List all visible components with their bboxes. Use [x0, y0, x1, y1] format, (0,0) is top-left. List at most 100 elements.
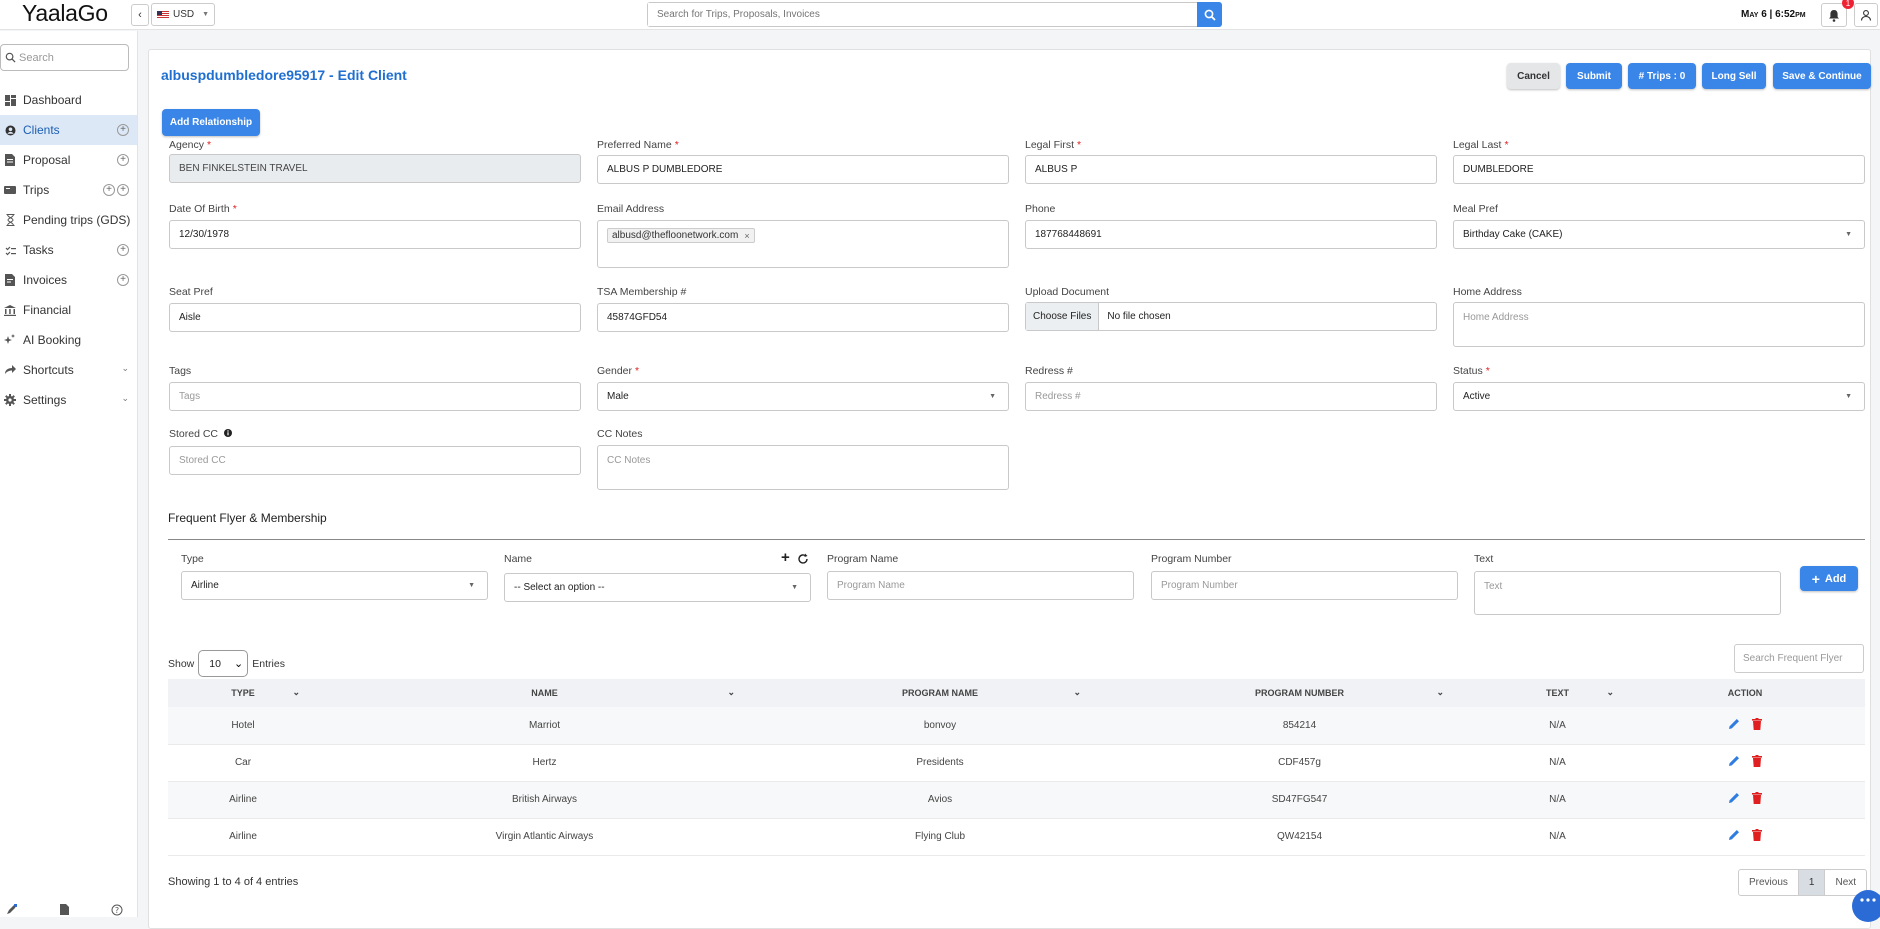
sidebar-item-ai-booking[interactable]: AI Booking — [0, 325, 137, 355]
col-type[interactable]: Type ⌄ — [168, 679, 318, 707]
upload-document-field[interactable]: Choose Files No file chosen — [1025, 302, 1437, 331]
cc-notes-field[interactable]: CC Notes — [597, 445, 1009, 490]
col-name[interactable]: Name ⌄ — [318, 679, 771, 707]
chevron-down-icon: ⌄ — [121, 363, 129, 373]
chat-button[interactable] — [1852, 890, 1880, 922]
cell-text: N/A — [1490, 818, 1625, 856]
tsa-field[interactable]: 45874GFD54 — [597, 303, 1009, 332]
sidebar-item-label: Shortcuts — [23, 363, 74, 377]
seat-pref-field[interactable]: Aisle — [169, 303, 581, 332]
sort-icon[interactable]: ⌄ — [1606, 687, 1614, 698]
tags-field[interactable]: Tags — [169, 382, 581, 411]
sidebar-item-proposal[interactable]: Proposal + — [0, 145, 137, 175]
sidebar-item-label: Pending trips (GDS) — [23, 213, 131, 227]
redress-field[interactable]: Redress # — [1025, 382, 1437, 411]
app-logo[interactable]: YaalaGo — [22, 0, 108, 27]
sidebar-item-settings[interactable]: Settings ⌄ — [0, 385, 137, 415]
home-address-field[interactable]: Home Address — [1453, 302, 1865, 347]
us-flag-icon — [157, 10, 169, 19]
ai-icon — [4, 334, 16, 346]
trips-count-button[interactable]: # Trips : 0 — [1628, 63, 1696, 89]
edit-icon[interactable] — [1728, 829, 1740, 841]
sidebar-item-dashboard[interactable]: Dashboard — [0, 85, 137, 115]
add-proposal-icon[interactable]: + — [117, 154, 129, 166]
pagination-previous[interactable]: Previous — [1739, 870, 1798, 895]
col-program-number[interactable]: Program Number ⌄ — [1109, 679, 1490, 707]
legal-first-field[interactable]: ALBUS P — [1025, 155, 1437, 184]
entries-select[interactable]: 10 ⌄ — [198, 650, 249, 677]
sort-icon[interactable]: ⌄ — [727, 687, 735, 698]
col-program-name[interactable]: Program Name ⌄ — [771, 679, 1109, 707]
legal-last-field[interactable]: DUMBLEDORE — [1453, 155, 1865, 184]
sort-icon[interactable]: ⌄ — [1436, 687, 1444, 698]
long-sell-button[interactable]: Long Sell — [1702, 63, 1766, 89]
gender-label-text: Gender — [597, 365, 633, 377]
add-trip-alt-icon[interactable]: + — [117, 184, 129, 196]
document-icon[interactable] — [60, 904, 69, 918]
cancel-button[interactable]: Cancel — [1507, 63, 1560, 89]
add-invoice-icon[interactable]: + — [117, 274, 129, 286]
sidebar-collapse-button[interactable]: ‹ — [131, 4, 149, 26]
currency-select[interactable]: USD ▼ — [151, 3, 215, 26]
sidebar-item-financial[interactable]: Financial — [0, 295, 137, 325]
sidebar-item-clients[interactable]: Clients + — [0, 115, 137, 145]
stored-cc-field[interactable]: Stored CC — [169, 446, 581, 475]
plus-icon[interactable]: + — [781, 550, 790, 565]
sidebar-search-input[interactable]: Search — [0, 44, 129, 71]
ff-name-select[interactable]: -- Select an option -- ▼ — [504, 573, 811, 602]
add-trip-icon[interactable]: + — [103, 184, 115, 196]
dob-field[interactable]: 12/30/1978 — [169, 220, 581, 249]
phone-field[interactable]: 187768448691 — [1025, 220, 1437, 249]
add-relationship-button[interactable]: Add Relationship — [162, 109, 260, 136]
delete-icon[interactable] — [1752, 755, 1762, 767]
edit-icon[interactable] — [1728, 792, 1740, 804]
edit-icon[interactable] — [1728, 755, 1740, 767]
delete-icon[interactable] — [1752, 792, 1762, 804]
ff-type-value: Airline — [191, 580, 219, 591]
pagination-page[interactable]: 1 — [1797, 870, 1826, 895]
submit-button[interactable]: Submit — [1566, 63, 1622, 89]
status-select[interactable]: Active ▼ — [1453, 382, 1865, 411]
add-client-icon[interactable]: + — [117, 124, 129, 136]
sidebar-item-tasks[interactable]: Tasks + — [0, 235, 137, 265]
user-menu-button[interactable] — [1854, 3, 1878, 27]
edit-icon[interactable] — [1728, 718, 1740, 730]
ff-text-field[interactable]: Text — [1474, 571, 1781, 615]
save-continue-button[interactable]: Save & Continue — [1773, 63, 1871, 89]
email-field[interactable]: albusd@thefloonetwork.com × — [597, 220, 1009, 268]
preferred-name-field[interactable]: ALBUS P DUMBLEDORE — [597, 155, 1009, 184]
chevron-down-icon: ▼ — [202, 11, 209, 18]
sidebar-item-trips[interactable]: Trips + + — [0, 175, 137, 205]
table-row: Car Hertz Presidents CDF457g N/A — [168, 744, 1865, 782]
ff-text-label: Text — [1474, 553, 1494, 565]
trips-icon — [4, 184, 16, 196]
choose-files-button[interactable]: Choose Files — [1026, 303, 1100, 330]
sidebar-item-shortcuts[interactable]: Shortcuts ⌄ — [0, 355, 137, 385]
svg-text:?: ? — [115, 906, 119, 915]
cell-program-name: Avios — [771, 781, 1109, 819]
ff-search-input[interactable]: Search Frequent Flyer — [1734, 644, 1864, 673]
delete-icon[interactable] — [1752, 717, 1762, 730]
add-task-icon[interactable]: + — [117, 244, 129, 256]
agency-field[interactable]: BEN FINKELSTEIN TRAVEL — [169, 154, 581, 183]
meal-pref-select[interactable]: Birthday Cake (CAKE) ▼ — [1453, 220, 1865, 249]
delete-icon[interactable] — [1752, 829, 1762, 841]
stored-cc-label-text: Stored CC — [169, 428, 219, 440]
sidebar-item-pending-trips[interactable]: Pending trips (GDS) — [0, 205, 137, 235]
table-header-row: Type ⌄ Name ⌄ Program Name ⌄ Program Number… — [168, 679, 1865, 707]
sidebar-item-invoices[interactable]: Invoices + — [0, 265, 137, 295]
ff-add-button[interactable]: + Add — [1800, 566, 1858, 591]
col-text[interactable]: Text ⌄ — [1490, 679, 1625, 707]
global-search-input[interactable] — [648, 3, 1188, 26]
gender-select[interactable]: Male ▼ — [597, 382, 1009, 411]
ff-program-number-field[interactable]: Program Number — [1151, 571, 1458, 600]
sort-icon[interactable]: ⌄ — [292, 687, 300, 698]
info-icon[interactable] — [223, 429, 232, 437]
ff-type-select[interactable]: Airline ▼ — [181, 571, 488, 600]
search-button[interactable] — [1197, 2, 1222, 27]
sort-icon[interactable]: ⌄ — [1073, 687, 1081, 698]
ff-program-name-field[interactable]: Program Name — [827, 571, 1134, 600]
ff-type-label: Type — [181, 553, 204, 565]
refresh-icon[interactable] — [797, 553, 809, 568]
remove-chip-icon[interactable]: × — [744, 231, 749, 241]
